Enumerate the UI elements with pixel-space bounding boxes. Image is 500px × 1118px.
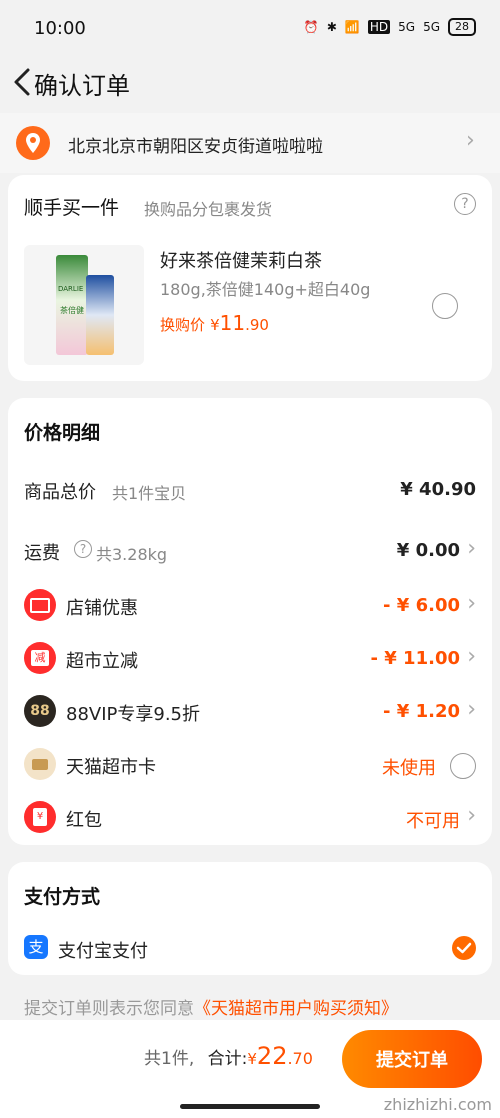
addon-select-radio[interactable] bbox=[432, 293, 458, 319]
battery-icon: 28 bbox=[448, 18, 476, 36]
hd-badge: HD bbox=[367, 20, 391, 34]
vip-icon-text: 88 bbox=[30, 703, 50, 719]
network-1-label: 5G bbox=[398, 20, 416, 34]
agreement-link[interactable]: 《天猫超市用户购买须知》 bbox=[194, 999, 398, 1019]
home-indicator bbox=[180, 1104, 320, 1109]
alipay-icon: 支 bbox=[24, 935, 48, 959]
addon-title: 顺手买一件 bbox=[24, 197, 120, 219]
shipping-value: ¥ 0.00 bbox=[396, 540, 460, 561]
red-packet-value: 不可用 bbox=[406, 811, 460, 832]
shop-discount-label: 店铺优惠 bbox=[66, 598, 138, 619]
total-label: 合计: bbox=[207, 1049, 248, 1069]
status-icons: ⏰ ✱ 📶 HD 5G 5G 28 bbox=[304, 18, 476, 36]
total-summary: 共1件, 合计:¥22.70 bbox=[144, 1042, 313, 1070]
product-price: 换购价 ¥11.90 bbox=[160, 311, 269, 335]
toothpaste-box-green: DARLIE 茶倍健 bbox=[56, 255, 88, 355]
addon-card: 顺手买一件 换购品分包裹发货 ? DARLIE 茶倍健 好来茶倍健茉莉白茶 18… bbox=[8, 175, 492, 381]
red-packet-label: 红包 bbox=[66, 810, 102, 831]
total-integer: 22 bbox=[256, 1042, 288, 1070]
price-detail-card: 价格明细 商品总价 共1件宝贝 ¥ 40.90 运费 ? 共3.28kg ¥ 0… bbox=[8, 398, 492, 845]
coupon-icon bbox=[24, 589, 56, 621]
tmall-card-radio[interactable] bbox=[450, 753, 476, 779]
product-spec: 180g,茶倍健140g+超白40g bbox=[160, 280, 371, 299]
payment-card: 支付方式 支 支付宝支付 bbox=[8, 862, 492, 975]
toothpaste-box-blue bbox=[86, 275, 114, 355]
price-currency: ¥ bbox=[210, 316, 220, 334]
status-bar: 10:00 ⏰ ✱ 📶 HD 5G 5G 28 bbox=[0, 0, 500, 58]
agreement-prefix: 提交订单则表示您同意 bbox=[24, 999, 194, 1019]
market-discount-value: - ¥ 11.00 bbox=[370, 648, 460, 669]
card-icon bbox=[24, 748, 56, 780]
price-decimal: .90 bbox=[245, 316, 269, 334]
help-icon[interactable]: ? bbox=[454, 193, 476, 215]
bottom-bar: 共1件, 合计:¥22.70 提交订单 zhizhizhi.com bbox=[0, 1020, 500, 1118]
red-packet-icon: ¥ bbox=[24, 801, 56, 833]
shipping-label: 运费 bbox=[24, 543, 60, 564]
header: 确认订单 bbox=[0, 58, 500, 108]
tmall-card-label: 天猫超市卡 bbox=[66, 757, 156, 778]
payment-title: 支付方式 bbox=[24, 886, 101, 908]
chevron-right-icon: › bbox=[466, 128, 475, 153]
red-packet-icon-text: ¥ bbox=[33, 808, 47, 826]
addon-subtitle: 换购品分包裹发货 bbox=[144, 200, 273, 219]
item-count: 共1件, bbox=[144, 1049, 195, 1069]
total-currency: ¥ bbox=[247, 1050, 257, 1068]
product-image-brand-text: DARLIE bbox=[58, 285, 84, 293]
wifi-icon: 📶 bbox=[344, 20, 360, 34]
agreement-text: 提交订单则表示您同意《天猫超市用户购买须知》 bbox=[24, 994, 398, 1019]
check-selected-icon[interactable] bbox=[452, 936, 476, 960]
alipay-icon-text: 支 bbox=[28, 938, 44, 956]
page-title: 确认订单 bbox=[34, 72, 130, 100]
tmall-card-value: 未使用 bbox=[382, 758, 436, 779]
chevron-right-icon: › bbox=[467, 536, 476, 561]
price-integer: 11 bbox=[219, 311, 246, 335]
total-decimal: .70 bbox=[287, 1049, 313, 1068]
reduction-icon: 减 bbox=[24, 642, 56, 674]
reduction-icon-text: 减 bbox=[31, 650, 49, 666]
address-row[interactable]: 北京北京市朝阳区安贞街道啦啦啦 › bbox=[0, 113, 500, 173]
price-label: 换购价 bbox=[160, 316, 206, 334]
shop-discount-value: - ¥ 6.00 bbox=[383, 595, 460, 616]
bluetooth-icon: ✱ bbox=[326, 20, 337, 34]
product-name: 好来茶倍健茉莉白茶 bbox=[160, 251, 322, 272]
alipay-label: 支付宝支付 bbox=[58, 941, 148, 962]
chevron-right-icon: › bbox=[467, 591, 476, 616]
alarm-icon: ⏰ bbox=[303, 20, 319, 34]
watermark-text: zhizhizhi.com bbox=[383, 1095, 492, 1114]
goods-total-value: ¥ 40.90 bbox=[400, 479, 476, 500]
address-text: 北京北京市朝阳区安贞街道啦啦啦 bbox=[68, 137, 323, 157]
chevron-right-icon: › bbox=[467, 644, 476, 669]
market-discount-label: 超市立减 bbox=[66, 651, 138, 672]
vip-label: 88VIP专享9.5折 bbox=[66, 704, 201, 725]
network-2-label: 5G bbox=[423, 20, 440, 34]
goods-total-note: 共1件宝贝 bbox=[112, 484, 187, 503]
shipping-note: 共3.28kg bbox=[96, 545, 168, 564]
price-detail-title: 价格明细 bbox=[24, 422, 101, 444]
chevron-right-icon: › bbox=[467, 803, 476, 828]
status-time: 10:00 bbox=[34, 18, 86, 39]
product-image[interactable]: DARLIE 茶倍健 bbox=[24, 245, 144, 365]
chevron-right-icon: › bbox=[467, 697, 476, 722]
goods-total-label: 商品总价 bbox=[24, 482, 96, 503]
location-pin-icon bbox=[16, 126, 50, 160]
product-image-product-text: 茶倍健 bbox=[60, 306, 84, 315]
submit-order-button[interactable]: 提交订单 bbox=[342, 1030, 482, 1088]
question-icon[interactable]: ? bbox=[74, 540, 92, 558]
vip-88-icon: 88 bbox=[24, 695, 56, 727]
vip-value: - ¥ 1.20 bbox=[383, 701, 460, 722]
